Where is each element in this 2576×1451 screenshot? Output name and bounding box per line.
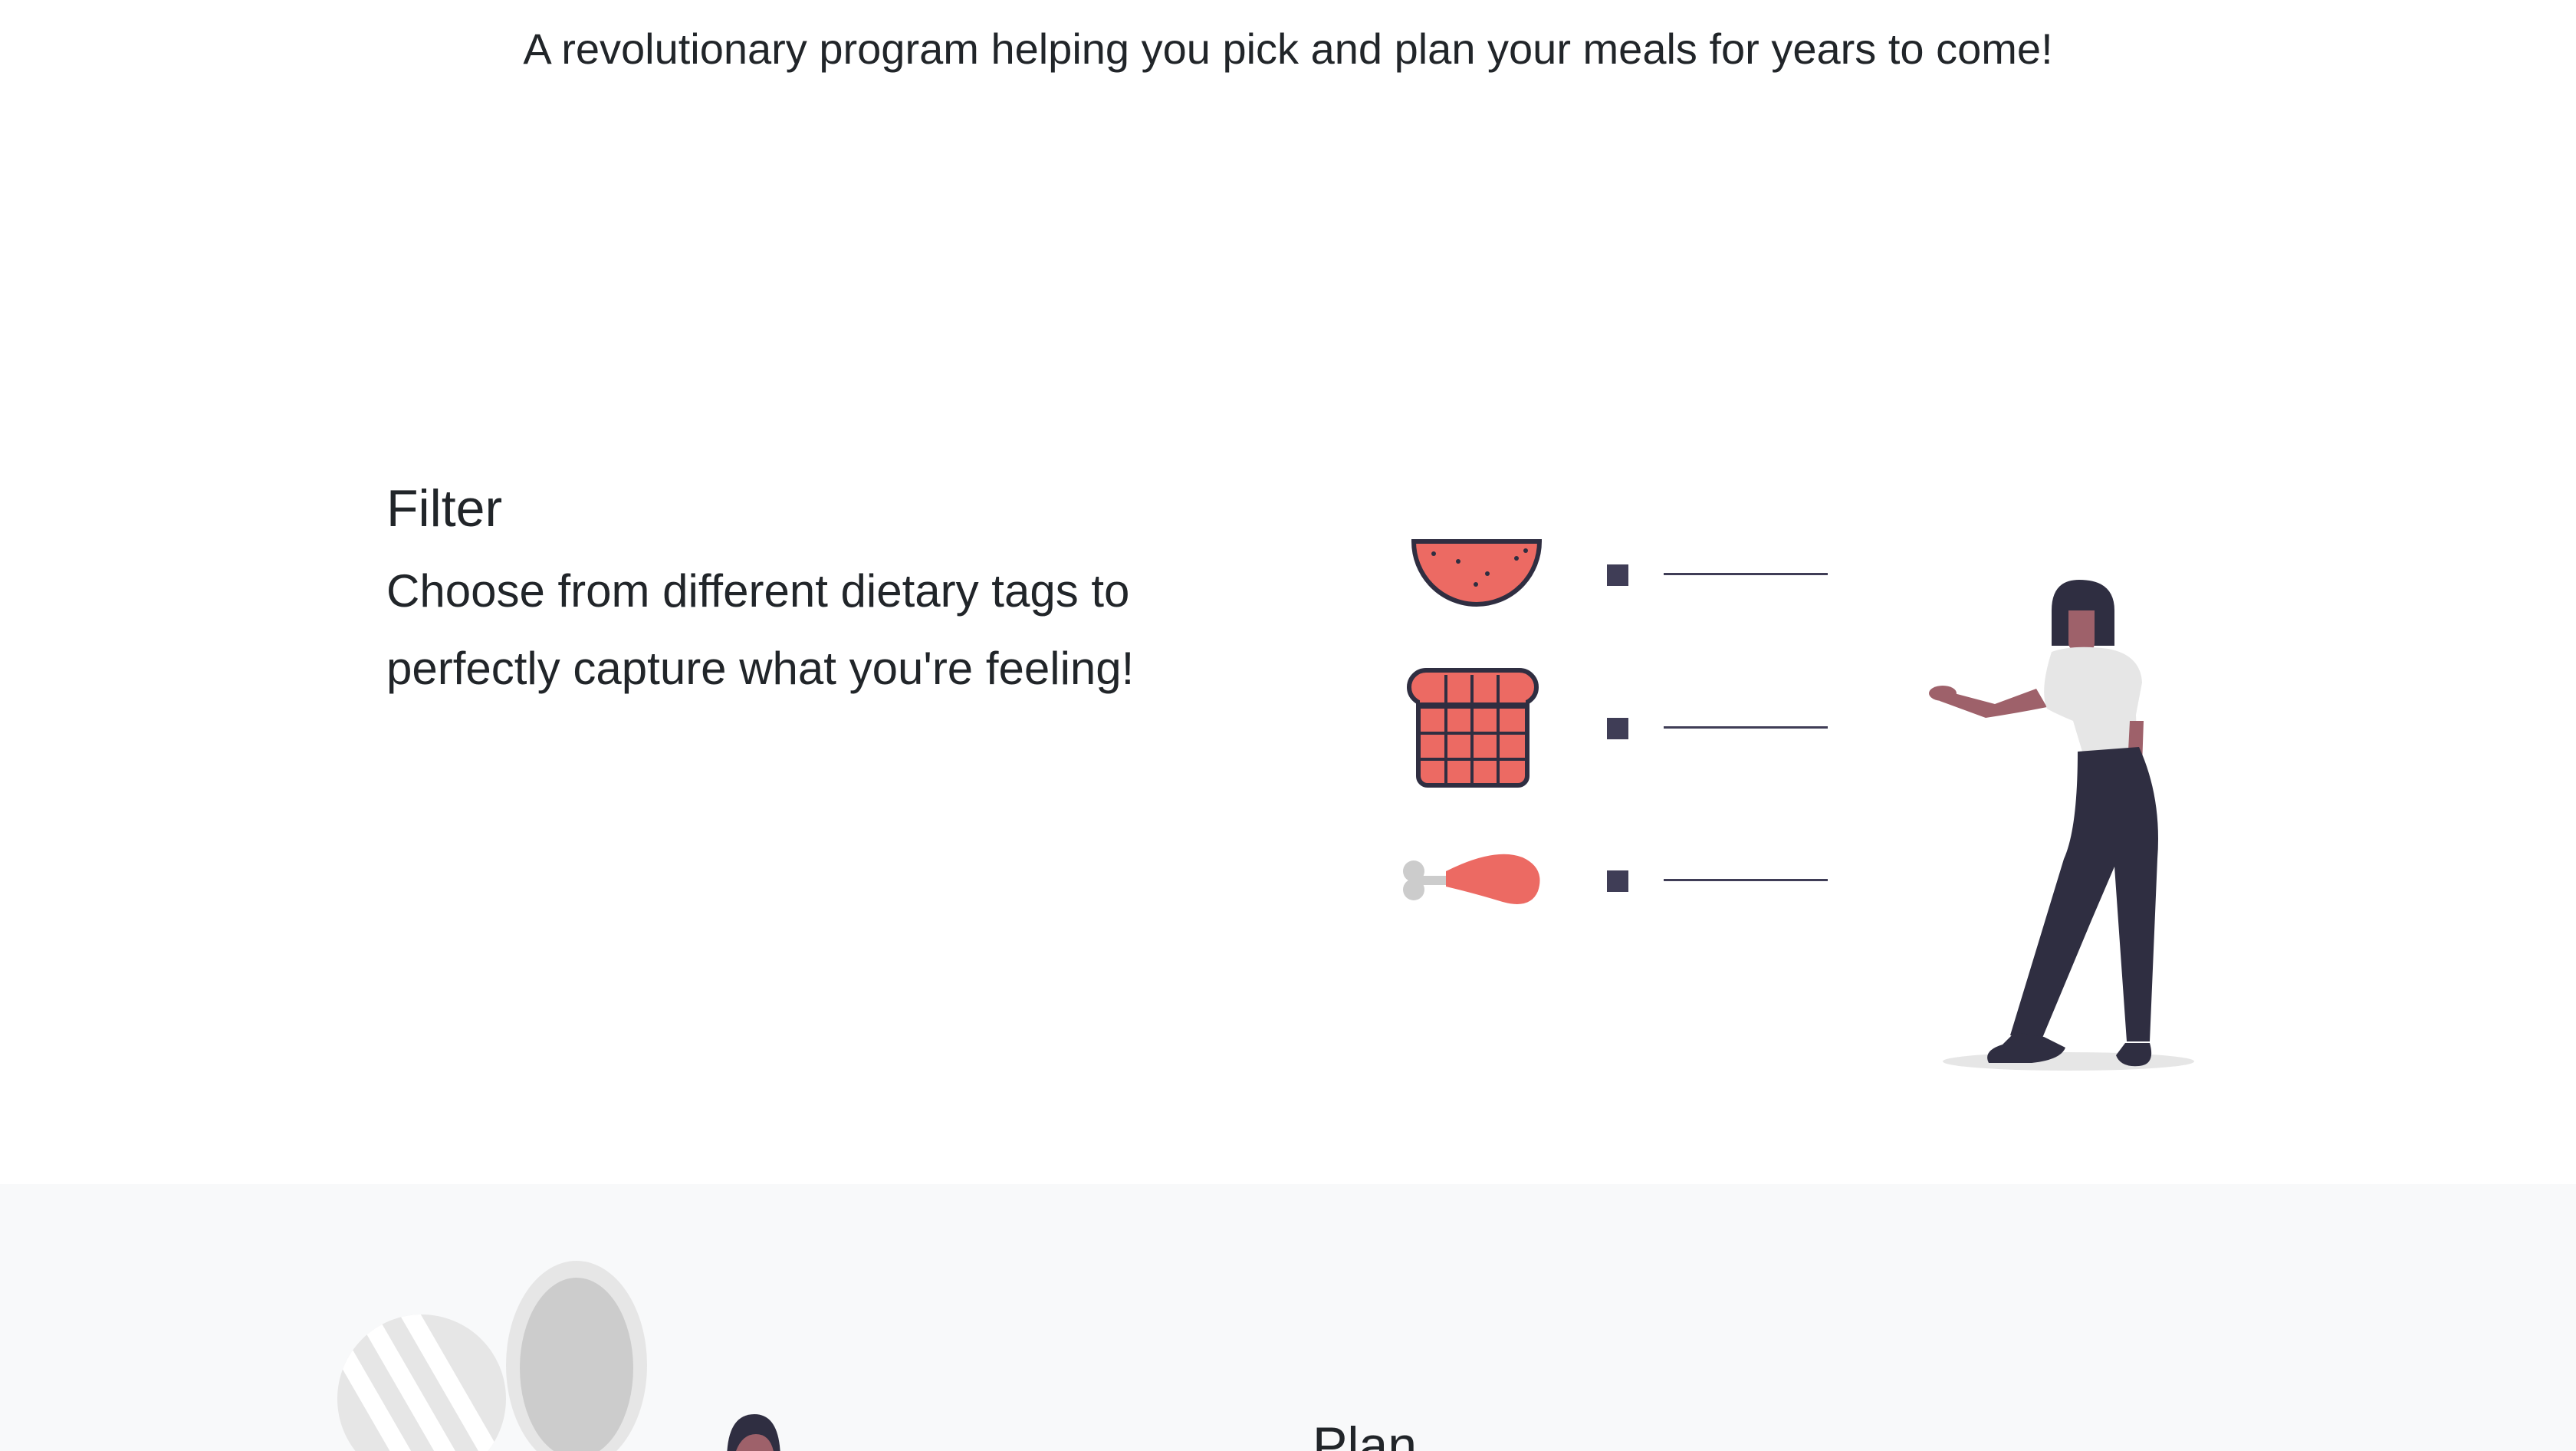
bullet-3-icon — [1607, 870, 1628, 892]
watermelon-icon — [1411, 539, 1543, 607]
person-head-icon — [727, 1414, 780, 1451]
bullet-1-icon — [1607, 564, 1628, 586]
filter-description: Choose from different dietary tags to pe… — [386, 565, 1135, 694]
plan-illustration — [337, 1261, 780, 1451]
filter-title: Filter — [386, 479, 503, 538]
plan-section: Plan — [0, 1184, 2576, 1451]
line-2 — [1664, 726, 1828, 729]
plan-title: Plan — [1313, 1416, 1418, 1451]
filter-illustration — [1403, 539, 2194, 1071]
plate-icon — [337, 1314, 506, 1451]
line-3 — [1664, 879, 1828, 881]
woman-illustration — [1929, 580, 2194, 1071]
bullet-2-icon — [1607, 718, 1628, 739]
egg-icon — [506, 1261, 647, 1451]
tagline: A revolutionary program helping you pick… — [523, 25, 2053, 73]
chicken-leg-icon — [1403, 854, 1540, 904]
bread-icon — [1407, 668, 1539, 788]
line-1 — [1664, 573, 1828, 575]
filter-section: Filter Choose from different dietary tag… — [0, 107, 2576, 1184]
